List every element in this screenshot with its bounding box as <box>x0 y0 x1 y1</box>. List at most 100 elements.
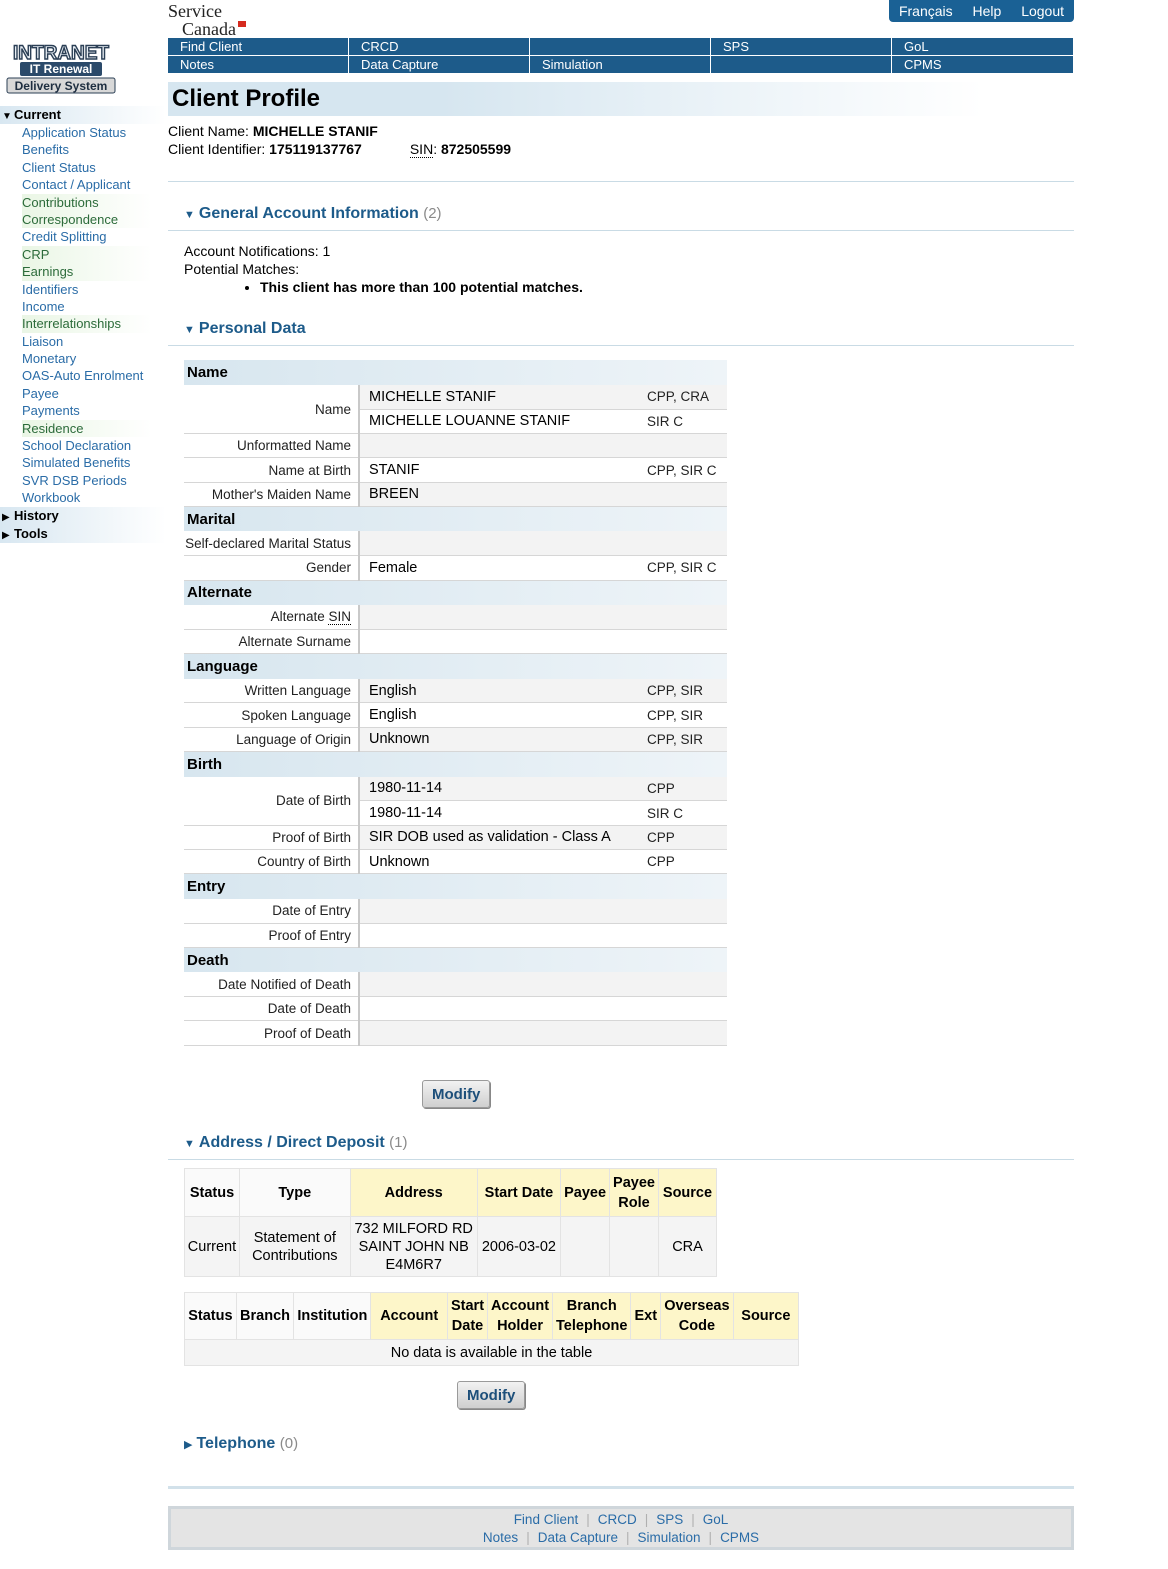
sidebar-link[interactable]: CRP <box>22 247 49 262</box>
sidebar-link[interactable]: Earnings <box>22 264 73 279</box>
column-header[interactable]: Type <box>239 1168 351 1217</box>
sidebar-link[interactable]: Benefits <box>22 142 69 157</box>
service-canada-wordmark: Service Canada <box>168 2 248 38</box>
sidebar-link[interactable]: Credit Splitting <box>22 229 107 244</box>
address-status: Current <box>184 1216 240 1277</box>
telephone-count: (0) <box>279 1435 299 1452</box>
divider <box>168 230 1074 231</box>
footer-link-simulation[interactable]: Simulation <box>638 1530 701 1545</box>
sidebar-link[interactable]: Income <box>22 299 65 314</box>
row-label: Mother's Maiden Name <box>184 482 360 507</box>
triangle-down-icon: ▼ <box>184 1138 195 1150</box>
table-row: Gender Female CPP, SIR C <box>184 555 727 581</box>
help-link[interactable]: Help <box>973 3 1002 19</box>
sidebar-link[interactable]: Contributions <box>22 195 99 210</box>
table-header-row: Status Branch Institution Account Start … <box>184 1292 800 1340</box>
column-header[interactable]: Start Date <box>477 1168 562 1217</box>
telephone-section-toggle[interactable]: ▶ Telephone (0) <box>184 1435 298 1453</box>
column-header[interactable]: Address <box>350 1168 478 1217</box>
sidebar-link[interactable]: Monetary <box>22 351 76 366</box>
footer-link-gol[interactable]: GoL <box>703 1512 729 1527</box>
sidebar-link[interactable]: Contact / Applicant <box>22 177 130 192</box>
column-header[interactable]: Source <box>658 1168 717 1217</box>
nav-notes[interactable]: Notes <box>168 55 349 73</box>
sidebar-history-toggle[interactable]: ▶ History <box>0 506 166 525</box>
nav-cpms[interactable]: CPMS <box>892 55 1074 73</box>
nav-simulation[interactable]: Simulation <box>530 55 711 73</box>
sidebar-link[interactable]: Identifiers <box>22 282 78 297</box>
row-label: Proof of Birth <box>184 825 360 850</box>
modify-address-button[interactable]: Modify <box>457 1381 526 1409</box>
logout-link[interactable]: Logout <box>1021 3 1064 19</box>
row-label: Alternate Surname <box>184 629 360 655</box>
row-source <box>647 531 727 557</box>
sidebar-link[interactable]: Interrelationships <box>22 316 121 331</box>
column-header[interactable]: Source <box>733 1292 800 1340</box>
column-header[interactable]: Payee <box>560 1168 611 1217</box>
footer-link-data-capture[interactable]: Data Capture <box>538 1530 618 1545</box>
sidebar-link[interactable]: Residence <box>22 421 83 436</box>
nav-crcd[interactable]: CRCD <box>349 38 530 55</box>
footer-link-find-client[interactable]: Find Client <box>514 1512 579 1527</box>
nav-gol[interactable]: GoL <box>892 38 1074 55</box>
sidebar-link[interactable]: Payee <box>22 386 59 401</box>
sidebar-link[interactable]: Payments <box>22 403 80 418</box>
sidebar-link[interactable]: OAS-Auto Enrolment <box>22 368 143 383</box>
address-payee-role <box>609 1216 659 1277</box>
sidebar-current-toggle[interactable]: ▼ Current <box>0 106 166 124</box>
row-label: Name <box>184 385 360 435</box>
personal-data-section-toggle[interactable]: ▼ Personal Data <box>184 320 306 338</box>
address-section-toggle[interactable]: ▼ Address / Direct Deposit (1) <box>184 1134 408 1152</box>
column-header[interactable]: Status <box>184 1168 240 1217</box>
sidebar-item-client-status: Client Status <box>22 159 166 176</box>
francais-link[interactable]: Français <box>899 3 953 19</box>
table-row: Name at Birth STANIF CPP, SIR C <box>184 457 727 483</box>
table-row: Name MICHELLE STANIF CPP, CRA <box>184 385 727 435</box>
table-row: Alternate Surname <box>184 629 727 655</box>
sidebar-link[interactable]: Correspondence <box>22 212 118 227</box>
category-row: Alternate <box>184 580 727 606</box>
column-header[interactable]: Branch <box>236 1292 295 1340</box>
row-value: 1980-11-14 <box>359 776 647 802</box>
column-header[interactable]: Overseas Code <box>660 1292 734 1340</box>
footer-link-notes[interactable]: Notes <box>483 1530 518 1545</box>
table-row: Unformatted Name <box>184 433 727 459</box>
nav-find-client[interactable]: Find Client <box>168 38 349 55</box>
row-value: SIR DOB used as validation - Class A <box>359 825 647 850</box>
footer-link-sps[interactable]: SPS <box>656 1512 683 1527</box>
sidebar-link[interactable]: Application Status <box>22 125 126 140</box>
category-birth: Birth <box>184 751 727 777</box>
sidebar-tools-toggle[interactable]: ▶ Tools <box>0 524 166 543</box>
sidebar-link[interactable]: SVR DSB Periods <box>22 473 127 488</box>
top-links: Français Help Logout <box>889 0 1074 22</box>
table-row[interactable]: Current Statement of Contributions 732 M… <box>184 1216 717 1277</box>
logo-line-1: INTRANET <box>13 43 109 64</box>
modify-personal-data-button[interactable]: Modify <box>422 1080 491 1108</box>
sidebar-link[interactable]: Liaison <box>22 334 63 349</box>
row-source: CPP, SIR <box>647 678 727 704</box>
separator: | <box>526 1530 530 1545</box>
category-row: Name <box>184 360 727 385</box>
column-header[interactable]: Status <box>184 1292 237 1340</box>
empty-table-message: No data is available in the table <box>184 1339 799 1366</box>
sidebar-link[interactable]: Simulated Benefits <box>22 455 130 470</box>
row-source: CPP, SIR C <box>647 457 727 483</box>
column-header[interactable]: Account Holder <box>487 1292 554 1340</box>
separator: | <box>708 1530 713 1545</box>
column-header[interactable]: Payee Role <box>609 1168 659 1217</box>
footer-link-crcd[interactable]: CRCD <box>598 1512 637 1527</box>
column-header[interactable]: Institution <box>293 1292 372 1340</box>
column-header[interactable]: Branch Telephone <box>552 1292 632 1340</box>
footer-link-cpms[interactable]: CPMS <box>720 1530 759 1545</box>
nav-sps[interactable]: SPS <box>711 38 892 55</box>
column-header[interactable]: Account <box>370 1292 448 1340</box>
general-account-section-toggle[interactable]: ▼ General Account Information (2) <box>184 205 442 223</box>
column-header[interactable]: Start Date <box>447 1292 489 1340</box>
column-header[interactable]: Ext <box>630 1292 662 1340</box>
sidebar-link[interactable]: Client Status <box>22 160 96 175</box>
logo-line-3: Delivery System <box>15 79 108 93</box>
nav-data-capture[interactable]: Data Capture <box>349 55 530 73</box>
sidebar-link[interactable]: Workbook <box>22 490 80 505</box>
sidebar-link[interactable]: School Declaration <box>22 438 131 453</box>
row-source: SIR C <box>647 409 727 435</box>
